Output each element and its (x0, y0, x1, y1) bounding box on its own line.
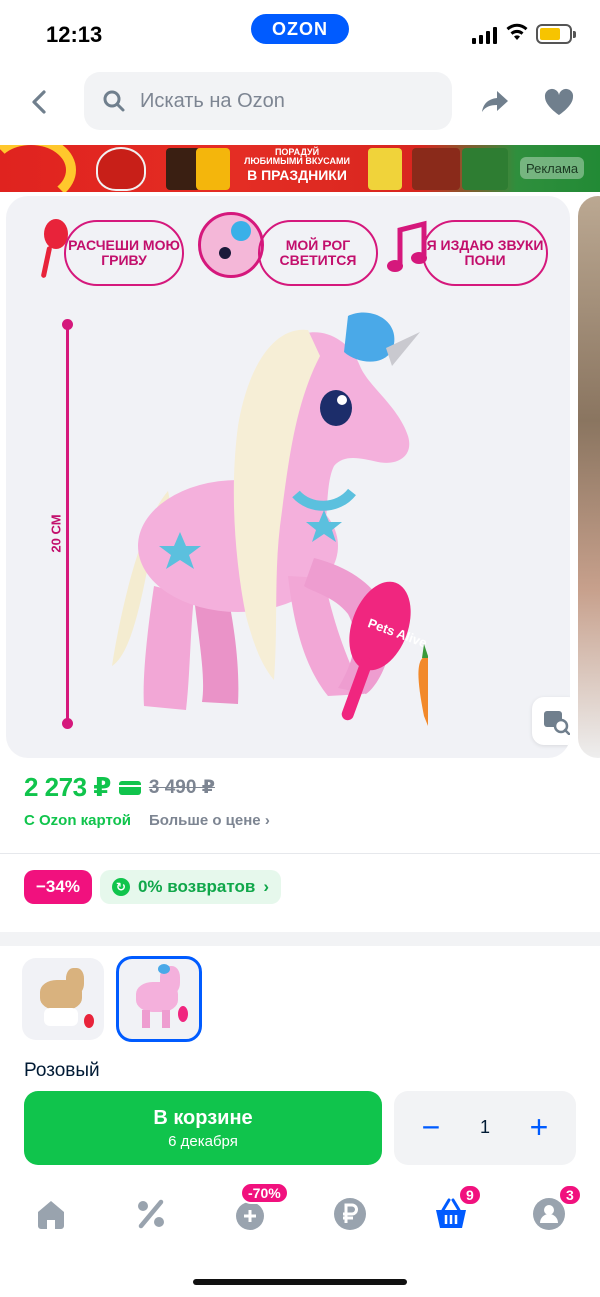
more-about-price-link[interactable]: Больше о цене › (149, 812, 270, 829)
quantity-stepper: − 1 + (394, 1091, 576, 1165)
banner-line3: В ПРАЗДНИКИ (247, 166, 347, 183)
cart-button-label: В корзине (153, 1106, 253, 1129)
ruler-bottom-dot (62, 718, 73, 729)
ozon-logo: OZON (251, 14, 349, 44)
size-ruler (66, 323, 69, 723)
variant-thumb-pink[interactable] (116, 956, 202, 1042)
banner-pack (412, 148, 460, 190)
favorite-heart-icon[interactable] (544, 88, 574, 116)
banner-pack (196, 148, 230, 190)
size-label: 20 СМ (48, 514, 64, 553)
section-separator (0, 932, 600, 946)
variant-selector (22, 956, 202, 1042)
badges-row: −34% ↻ 0% возвратов › (24, 870, 281, 904)
banner-mascot (96, 147, 146, 191)
profile-badge: 3 (558, 1184, 582, 1206)
signal-icon (472, 26, 497, 44)
share-icon[interactable] (480, 86, 510, 116)
variant-thumb-beige[interactable] (22, 958, 104, 1040)
old-price: 3 490 ₽ (148, 777, 215, 798)
more-about-price-label: Больше о цене (149, 812, 261, 829)
home-indicator (193, 1279, 407, 1285)
ozon-card-label: С Ozon картой (24, 812, 132, 829)
discount-badge: −34% (24, 870, 92, 904)
search-icon (103, 90, 125, 112)
card-icon (118, 780, 141, 795)
banner-pack (368, 148, 402, 190)
price-sub-row: С Ozon картой Больше о цене › (24, 812, 270, 829)
chevron-right-icon: › (264, 812, 270, 829)
variant-name: Розовый (24, 1060, 100, 1081)
back-arrow-icon[interactable] (24, 86, 56, 118)
percent-icon[interactable] (133, 1196, 169, 1232)
cart-bar: В корзине 6 декабря − 1 + (0, 1082, 600, 1174)
banner-pack (462, 148, 508, 190)
feature-pill: МОЙ РОГ СВЕТИТСЯ (258, 220, 378, 286)
product-image[interactable]: РАСЧЕШИ МОЮ ГРИВУ МОЙ РОГ СВЕТИТСЯ Я ИЗД… (6, 196, 570, 758)
image-search-icon (544, 711, 570, 735)
returns-label: 0% возвратов (137, 877, 256, 896)
battery-icon (536, 24, 576, 44)
cart-count-badge: 9 (458, 1184, 482, 1206)
divider (0, 853, 600, 854)
search-input[interactable]: Искать на Ozon (84, 72, 452, 130)
returns-badge[interactable]: ↻ 0% возвратов › (99, 870, 281, 904)
wifi-icon (506, 23, 528, 40)
banner-logo (0, 145, 76, 192)
next-image-preview[interactable] (578, 196, 600, 758)
ad-label[interactable]: Реклама (520, 157, 585, 179)
search-placeholder: Искать на Ozon (140, 89, 285, 112)
top-bar: Искать на Ozon (0, 70, 600, 136)
price-row: 2 273 ₽ 3 490 ₽ (24, 772, 215, 803)
discount-tab-badge: -70% (240, 1182, 289, 1204)
home-icon[interactable] (33, 1196, 69, 1232)
return-icon: ↻ (111, 878, 130, 896)
increase-quantity-button[interactable]: + (520, 1109, 558, 1147)
delivery-date: 6 декабря (168, 1132, 238, 1150)
status-bar: 12:13 OZON (0, 0, 600, 70)
feature-pill: Я ИЗДАЮ ЗВУКИ ПОНИ (422, 220, 548, 286)
current-price: 2 273 ₽ (24, 772, 111, 802)
chevron-right-icon: › (263, 877, 269, 896)
ad-banner[interactable]: ПОРАДУЙ ЛЮБИМЫМИ ВКУСАМИ В ПРАЗДНИКИ Рек… (0, 145, 600, 192)
banner-line2: ЛЮБИМЫМИ ВКУСАМИ (244, 156, 350, 167)
feature-pill: РАСЧЕШИ МОЮ ГРИВУ (64, 220, 184, 286)
unicorn-toy-illustration: Pets Alive (112, 312, 428, 726)
banner-text: ПОРАДУЙ ЛЮБИМЫМИ ВКУСАМИ В ПРАЗДНИКИ (232, 147, 362, 183)
banner-pack (166, 148, 200, 190)
unicorn-head-icon (198, 212, 264, 278)
visual-search-button[interactable] (532, 697, 570, 745)
ruble-icon[interactable] (332, 1196, 368, 1232)
bottom-tab-bar: -70% 9 3 (0, 1180, 600, 1250)
in-cart-button[interactable]: В корзине 6 декабря (24, 1091, 382, 1165)
status-time: 12:13 (46, 22, 103, 47)
